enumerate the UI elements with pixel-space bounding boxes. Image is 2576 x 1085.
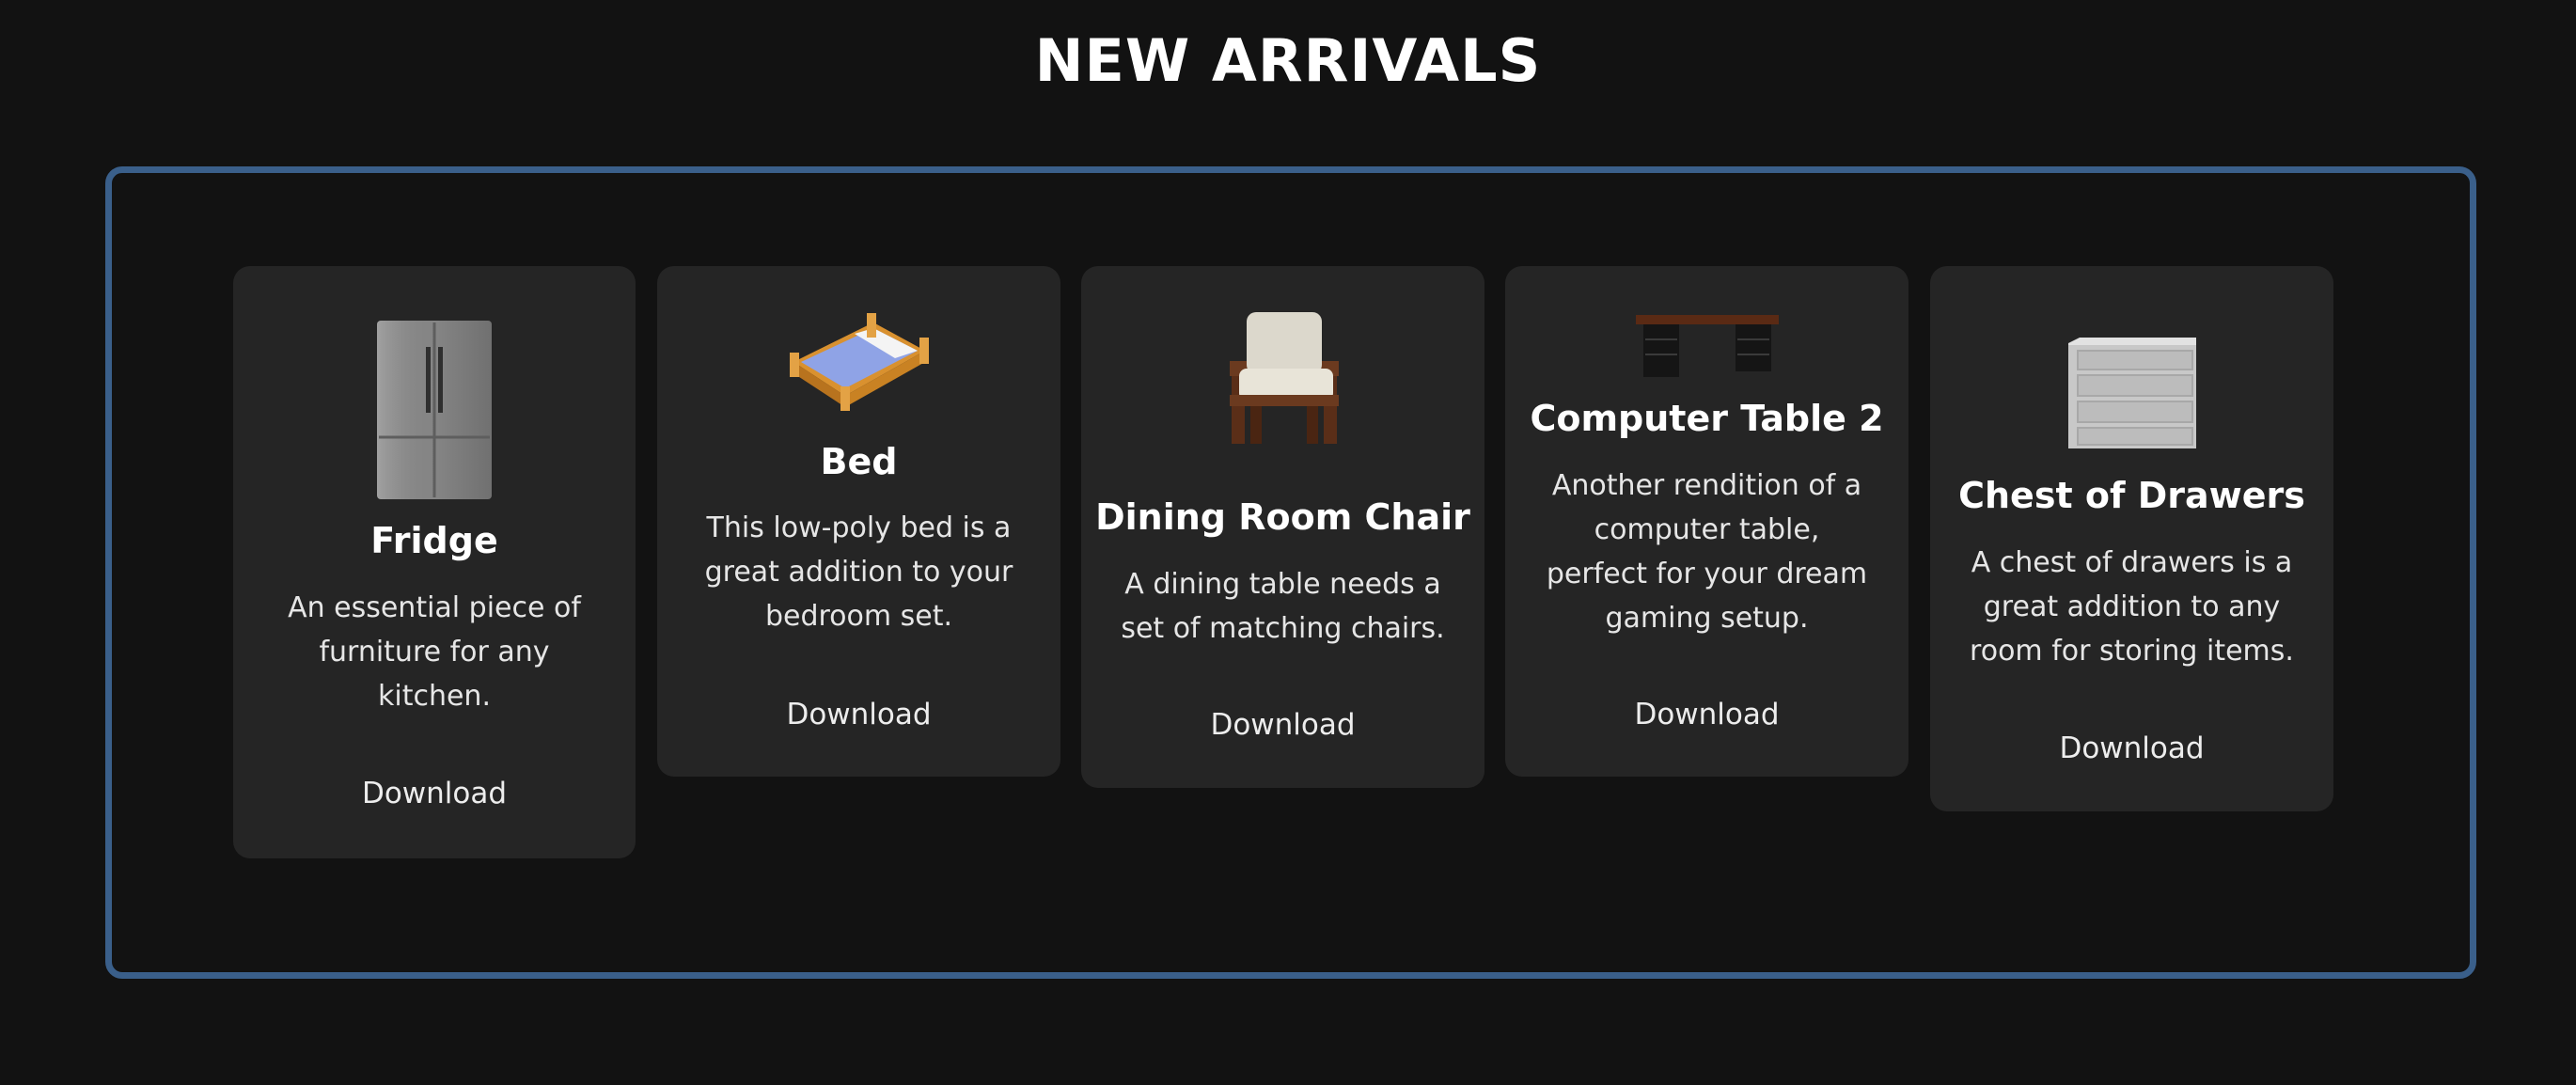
download-link[interactable]: Download — [1505, 698, 1908, 731]
download-link[interactable]: Download — [233, 777, 636, 810]
product-name: Chest of Drawers — [1958, 475, 2305, 516]
product-description: A dining table needs a set of matching c… — [1121, 568, 1445, 645]
product-name: Dining Room Chair — [1095, 496, 1470, 538]
product-card-chest-of-drawers: Chest of Drawers A chest of drawers is a… — [1930, 266, 2333, 811]
fridge-icon — [377, 321, 492, 499]
product-description: An essential piece of furniture for any … — [288, 591, 581, 713]
download-link[interactable]: Download — [1081, 708, 1484, 742]
download-link[interactable]: Download — [657, 698, 1060, 731]
computer-table-icon — [1635, 315, 1779, 377]
product-card-dining-room-chair: Dining Room Chair A dining table needs a… — [1081, 266, 1484, 788]
product-card-bed: Bed This low-poly bed is a great additio… — [657, 266, 1060, 777]
product-description: This low-poly bed is a great addition to… — [704, 511, 1013, 633]
bed-icon — [789, 313, 929, 411]
page: NEW ARRIVALS Fridge An essential piece o… — [0, 0, 2576, 1085]
chest-of-drawers-icon — [2067, 338, 2196, 448]
product-description: Another rendition of a computer table, p… — [1546, 469, 1868, 635]
product-card-fridge: Fridge An essential piece of furniture f… — [233, 266, 636, 858]
product-name: Bed — [820, 441, 898, 482]
product-description: A chest of drawers is a great addition t… — [1970, 546, 2294, 668]
chair-icon — [1229, 312, 1339, 444]
download-link[interactable]: Download — [1930, 731, 2333, 765]
page-title: NEW ARRIVALS — [1034, 26, 1542, 95]
product-card-computer-table-2: Computer Table 2 Another rendition of a … — [1505, 266, 1908, 777]
product-name: Fridge — [370, 520, 498, 561]
product-name: Computer Table 2 — [1530, 398, 1884, 439]
